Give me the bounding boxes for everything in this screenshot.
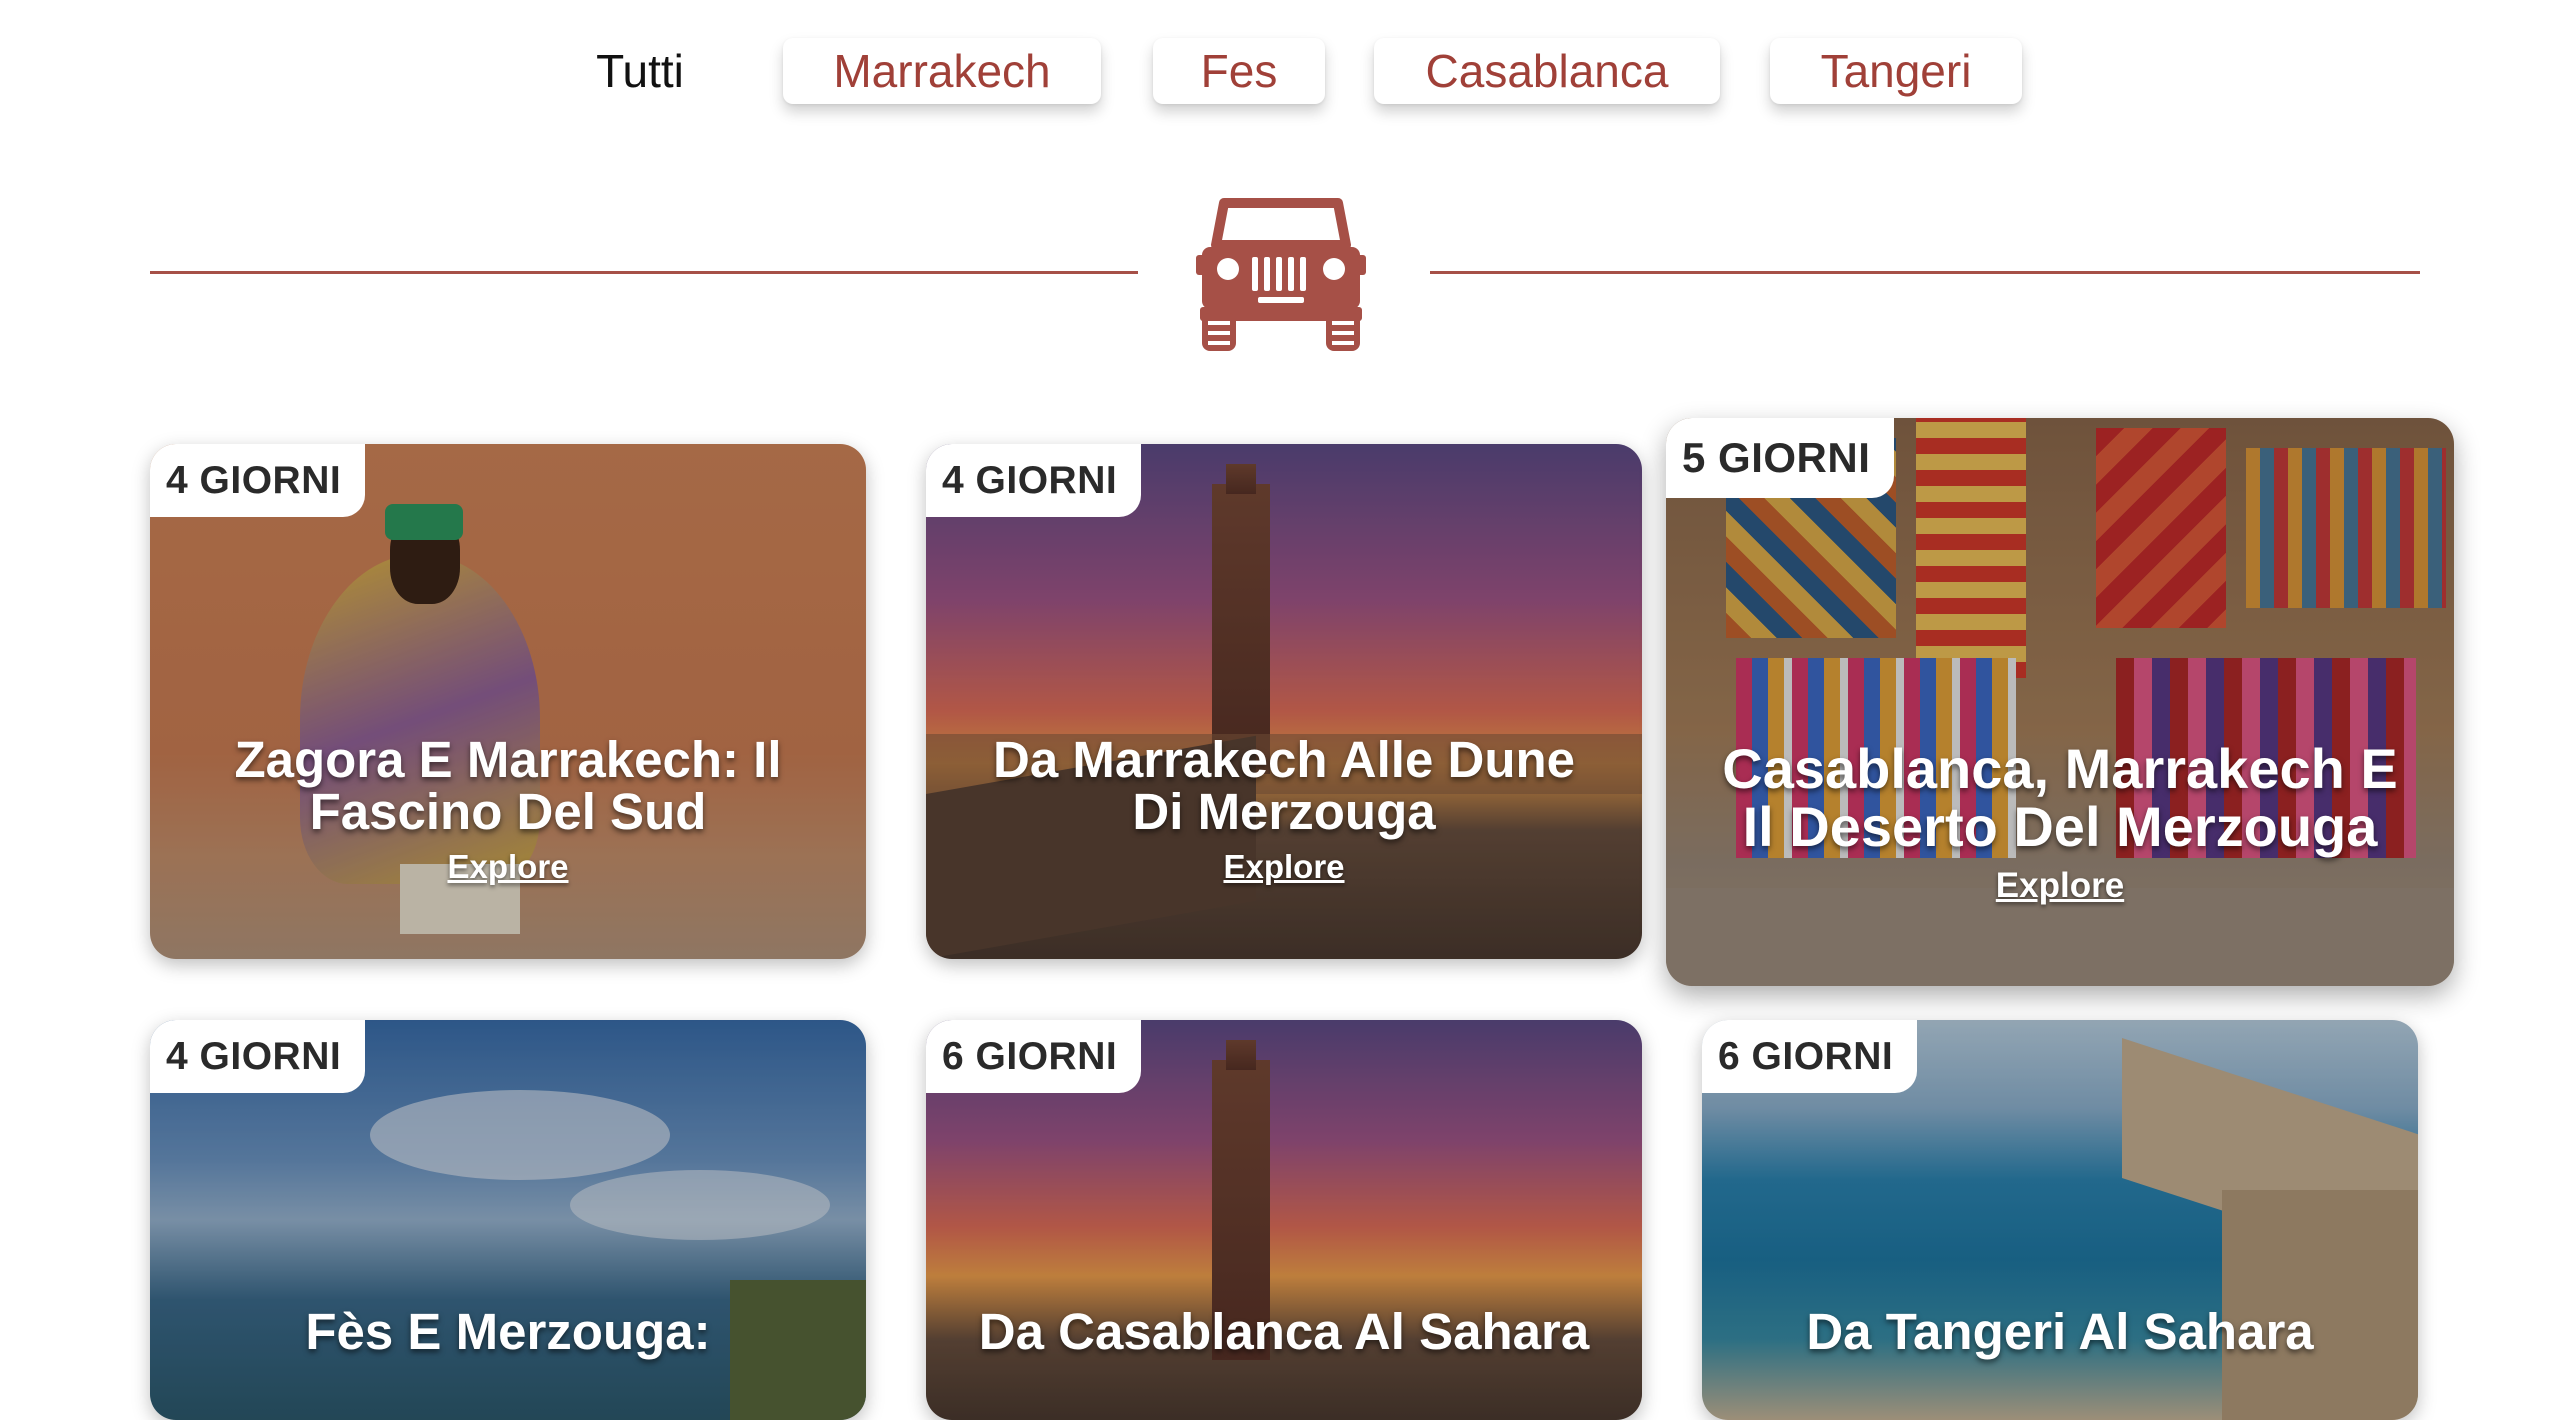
tour-card[interactable]: 4 GIORNI Fès E Merzouga:	[150, 1020, 866, 1420]
duration-badge: 5 GIORNI	[1666, 418, 1895, 498]
duration-badge: 4 GIORNI	[150, 444, 366, 517]
tour-title: Da Marrakech Alle Dune Di Merzouga	[993, 731, 1575, 840]
tour-title: Fès E Merzouga:	[305, 1303, 711, 1360]
filter-tab-tutti[interactable]: Tutti	[560, 38, 720, 104]
explore-link[interactable]: Explore	[926, 848, 1642, 886]
divider-line-left	[150, 271, 1138, 274]
filter-tab-marrakech[interactable]: Marrakech	[783, 38, 1101, 104]
duration-badge: 4 GIORNI	[926, 444, 1142, 517]
filter-tab-tangeri[interactable]: Tangeri	[1770, 38, 2022, 104]
tour-title: Zagora E Marrakech: Il Fascino Del Sud	[234, 731, 782, 840]
filter-tab-casablanca[interactable]: Casablanca	[1374, 38, 1720, 104]
tour-card[interactable]: 4 GIORNI Da Marrakech Alle Dune Di Merzo…	[926, 444, 1642, 959]
tour-title: Da Tangeri Al Sahara	[1806, 1303, 2314, 1360]
tour-card[interactable]: 6 GIORNI Da Tangeri Al Sahara	[1702, 1020, 2418, 1420]
divider-line-right	[1430, 271, 2420, 274]
filter-tab-fes[interactable]: Fes	[1153, 38, 1325, 104]
tour-card[interactable]: 6 GIORNI Da Casablanca Al Sahara	[926, 1020, 1642, 1420]
duration-badge: 6 GIORNI	[1702, 1020, 1918, 1093]
tour-title: Casablanca, Marrakech E Il Deserto Del M…	[1722, 737, 2398, 858]
duration-badge: 6 GIORNI	[926, 1020, 1142, 1093]
destination-filter-bar: Tutti Marrakech Fes Casablanca Tangeri	[0, 30, 2560, 110]
tour-card[interactable]: 5 GIORNI Casablanca, Marrakech E Il Dese…	[1666, 418, 2454, 986]
tour-card[interactable]: 4 GIORNI Zagora E Marrakech: Il Fascino …	[150, 444, 866, 959]
tour-title: Da Casablanca Al Sahara	[978, 1303, 1590, 1360]
jeep-icon	[1196, 198, 1366, 351]
duration-badge: 4 GIORNI	[150, 1020, 366, 1093]
explore-link[interactable]: Explore	[1666, 866, 2454, 906]
explore-link[interactable]: Explore	[150, 848, 866, 886]
